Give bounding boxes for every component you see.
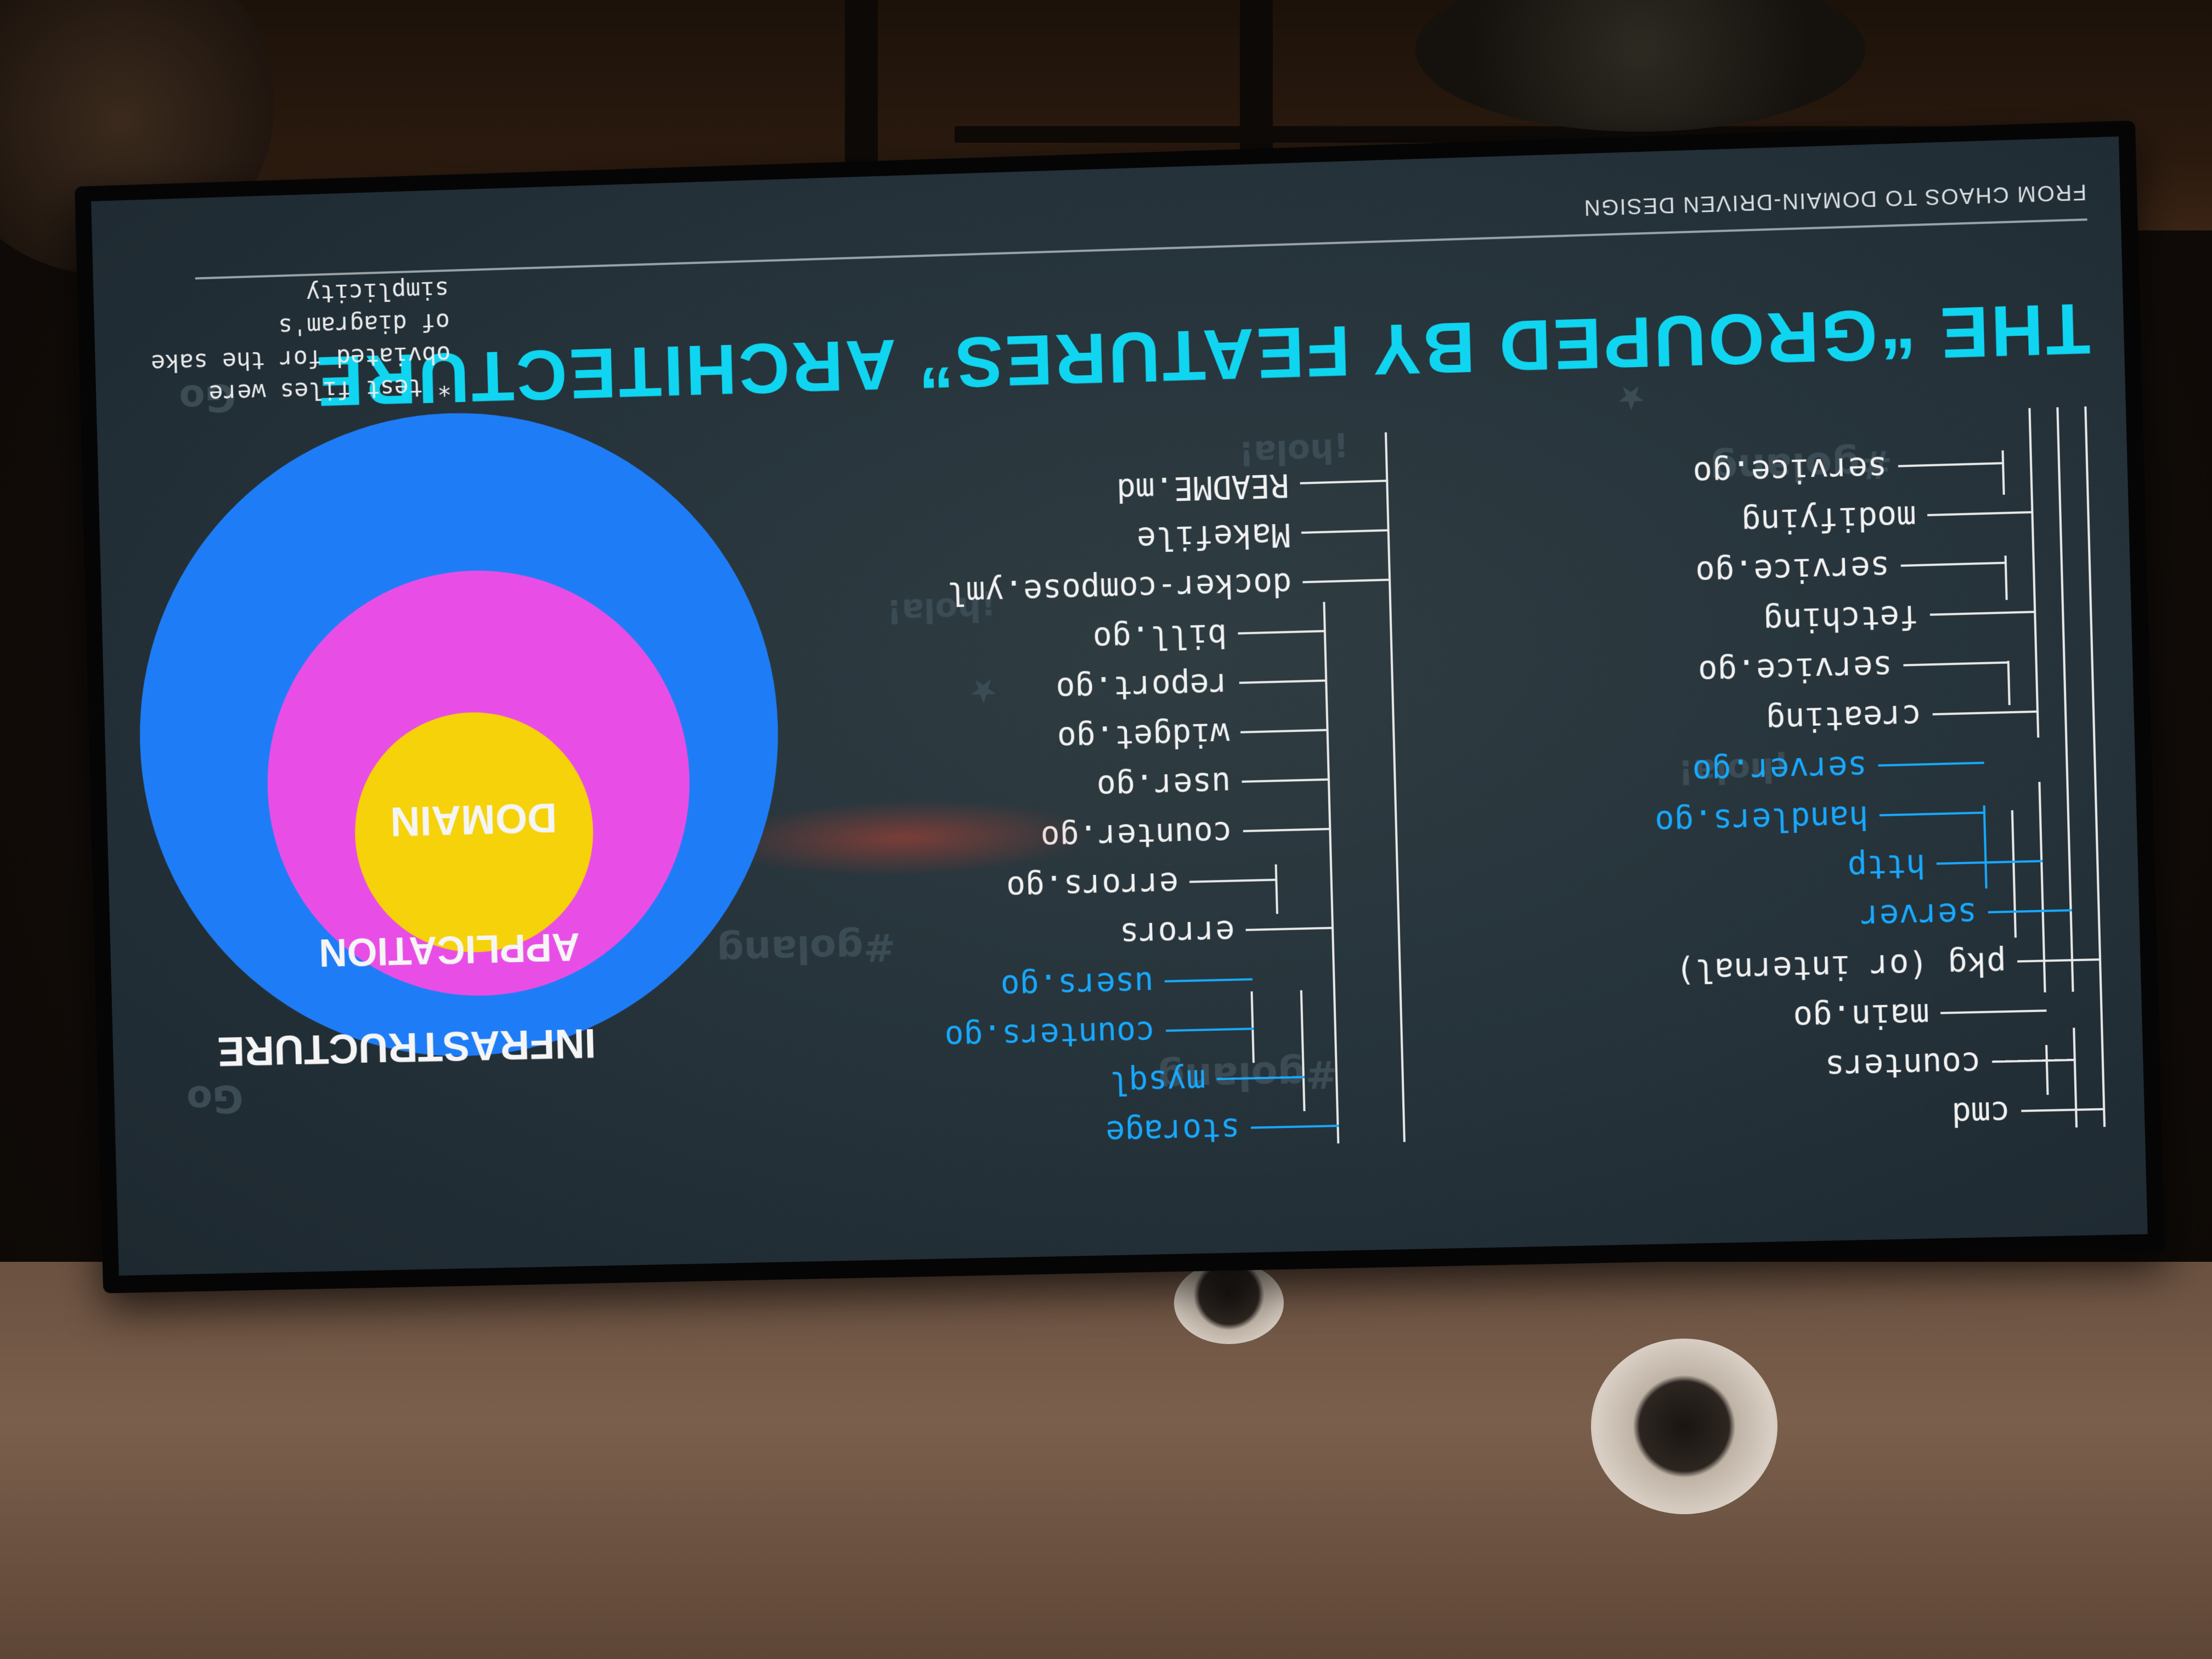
application-label: APPLICATION	[374, 924, 580, 973]
tree-branch	[1165, 978, 1252, 983]
slide-footer: FROM CHAOS TO DOMAIN-DRIVEN DESIGN	[1583, 179, 2087, 219]
tree-branch	[1937, 860, 2042, 865]
tree-line	[2056, 407, 2074, 991]
ceiling-camera	[1174, 1262, 1284, 1344]
tree-item-mysql: mysql	[1109, 1062, 1206, 1102]
tree-branch	[1992, 1059, 2076, 1063]
star-icon: ★	[968, 671, 998, 710]
tree-branch	[1302, 579, 1391, 583]
tree-item-service-go: service.go	[1695, 549, 1891, 591]
presentation-slide: #golang ¡hola! Go #golang ¡hola! Go ¡hol…	[91, 137, 2148, 1276]
tree-branch	[1988, 909, 2072, 913]
tree-item-report-go: report.go	[1056, 666, 1229, 708]
tree-item-pkg: pkg (or internal)	[1675, 945, 2007, 990]
tree-branch	[1898, 462, 2004, 467]
slide-title: THE “GROUPED BY FEATURES” ARCHITECTURE	[313, 287, 2091, 422]
background-doodle: ¡hola!	[1238, 431, 1349, 472]
tree-branch	[1239, 679, 1328, 684]
tree-item-server-go: server.go	[1692, 749, 1867, 791]
tv-screen: #golang ¡hola! Go #golang ¡hola! Go ¡hol…	[91, 137, 2148, 1276]
tree-item-readme: README.md	[1116, 466, 1289, 509]
tree-item-cmd: cmd	[1951, 1094, 2011, 1133]
tree-item-creating: creating	[1765, 697, 1922, 739]
tree-line	[2084, 407, 2106, 1127]
background-doodle: #golang	[716, 924, 896, 973]
tree-item-main-go: main.go	[1793, 996, 1930, 1037]
tree-item-widget-go: widget.go	[1057, 715, 1230, 757]
tree-item-users-go: users.go	[1000, 964, 1154, 1005]
footer-divider	[195, 218, 2087, 279]
tree-branch	[1300, 479, 1389, 484]
tree-branch	[1878, 761, 1984, 766]
tree-branch	[1880, 811, 1985, 816]
tree-item-handlers-go: handlers.go	[1655, 798, 1869, 841]
tree-item-bill-go: bill.go	[1092, 617, 1227, 658]
tree-branch	[1242, 778, 1330, 783]
tree-branch	[1930, 611, 2036, 616]
tree-line	[2007, 661, 2011, 705]
tree-branch	[1301, 529, 1390, 534]
tree-item-user-go: user.go	[1096, 765, 1231, 805]
infrastructure-label: INFRASTRUCTURE	[336, 1019, 596, 1073]
tree-line	[2011, 810, 2017, 938]
tree-branch	[1238, 630, 1326, 634]
tree-item-fetching: fetching	[1763, 598, 1919, 640]
tree-branch	[1189, 879, 1277, 883]
tree-item-server: server	[1860, 895, 1978, 936]
tree-line	[1385, 432, 1406, 1142]
tree-line	[2073, 1028, 2078, 1127]
tree-branch	[1243, 828, 1331, 832]
table-surface	[0, 1262, 2212, 1659]
background-doodle: Go	[186, 1076, 244, 1122]
tree-item-http: http	[1847, 847, 1926, 887]
tree-item-errors: errors	[1119, 913, 1235, 953]
tree-branch	[1927, 511, 2033, 516]
tree-item-counters: counters	[1825, 1045, 1982, 1086]
tree-line	[2045, 1045, 2049, 1095]
tree-branch	[1933, 710, 2039, 715]
tree-branch	[1903, 661, 2009, 666]
tree-branch	[1166, 1028, 1254, 1032]
tree-branch	[2017, 958, 2101, 963]
tree-line	[1275, 865, 1278, 914]
tree-item-counters-go: counters.go	[944, 1014, 1155, 1056]
domain-label: DOMAIN	[381, 793, 566, 845]
tree-line	[1983, 805, 1988, 888]
tree-branch	[1940, 1009, 2047, 1014]
tree-item-errors-go: errors.go	[1006, 865, 1179, 907]
tree-item-modifying: modifying	[1741, 498, 1917, 540]
tree-line	[2001, 450, 2005, 495]
tree-branch	[1240, 729, 1329, 733]
tree-item-docker-compose: docker-compose.yml	[946, 566, 1292, 612]
tree-item-service-go: service.go	[1692, 449, 1888, 493]
tree-item-storage: storage	[1105, 1111, 1240, 1151]
tree-branch	[2021, 1108, 2105, 1112]
tree-item-makefile: Makefile	[1136, 516, 1291, 558]
tree-item-service-go: service.go	[1697, 648, 1893, 691]
footnote: * test files were obviated for the sake …	[126, 273, 452, 412]
ceiling-camera	[1591, 1339, 1778, 1514]
tv-monitor: #golang ¡hola! Go #golang ¡hola! Go ¡hol…	[75, 120, 2165, 1293]
tree-line	[2028, 408, 2039, 738]
tree-branch	[1901, 562, 2007, 567]
tree-branch	[1246, 927, 1334, 931]
tree-branch	[1251, 1125, 1339, 1129]
